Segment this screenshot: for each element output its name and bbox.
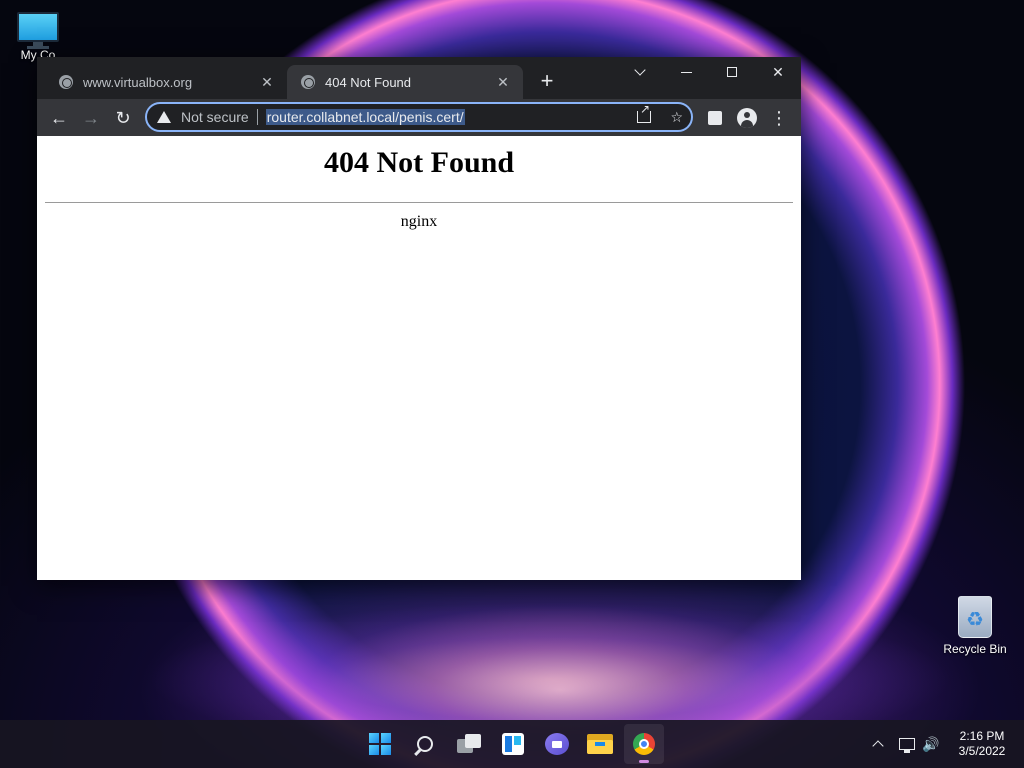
star-icon: ☆ bbox=[670, 108, 683, 125]
desktop-icon-label: Recycle Bin bbox=[943, 642, 1007, 656]
volume-button[interactable]: 🔊 bbox=[921, 720, 941, 768]
extensions-button[interactable] bbox=[701, 104, 729, 132]
share-icon bbox=[637, 102, 651, 123]
chrome-icon bbox=[633, 733, 655, 755]
recycle-bin-icon: ♻ bbox=[958, 596, 992, 638]
tab-strip: www.virtualbox.org ✕ 404 Not Found ✕ + ✕ bbox=[37, 57, 801, 99]
tab-404-not-found[interactable]: 404 Not Found ✕ bbox=[287, 65, 523, 99]
taskbar: 🔊 2:16 PM 3/5/2022 bbox=[0, 720, 1024, 768]
new-tab-button[interactable]: + bbox=[535, 70, 559, 94]
network-button[interactable] bbox=[897, 720, 917, 768]
puzzle-icon bbox=[708, 111, 722, 125]
maximize-button[interactable] bbox=[709, 57, 755, 87]
maximize-icon bbox=[727, 67, 737, 77]
chrome-taskbar-button[interactable] bbox=[624, 724, 664, 764]
start-button[interactable] bbox=[360, 724, 400, 764]
share-button[interactable] bbox=[637, 102, 651, 130]
url-text[interactable]: router.collabnet.local/penis.cert/ bbox=[265, 109, 465, 125]
network-icon bbox=[899, 738, 915, 753]
profile-button[interactable] bbox=[733, 104, 761, 132]
clock[interactable]: 2:16 PM 3/5/2022 bbox=[952, 729, 1012, 759]
monitor-icon bbox=[17, 12, 59, 49]
warning-icon[interactable] bbox=[157, 111, 171, 123]
minimize-icon bbox=[680, 71, 692, 73]
search-button[interactable] bbox=[405, 724, 445, 764]
more-vertical-icon: ⋮ bbox=[770, 108, 788, 128]
file-explorer-button[interactable] bbox=[580, 724, 620, 764]
folder-icon bbox=[587, 734, 613, 754]
forward-button[interactable]: → bbox=[77, 104, 105, 132]
address-bar[interactable]: Not secure router.collabnet.local/penis.… bbox=[145, 102, 693, 132]
server-name: nginx bbox=[400, 213, 438, 230]
globe-icon bbox=[301, 75, 315, 89]
widgets-icon bbox=[502, 733, 524, 755]
omnibox-separator bbox=[256, 109, 258, 125]
page-content: 404 Not Found nginx bbox=[37, 136, 801, 580]
tab-title: www.virtualbox.org bbox=[83, 74, 193, 90]
speaker-icon: 🔊 bbox=[922, 735, 940, 752]
search-icon bbox=[417, 736, 433, 752]
tab-virtualbox[interactable]: www.virtualbox.org ✕ bbox=[45, 65, 287, 99]
chat-button[interactable] bbox=[537, 724, 577, 764]
clock-time: 2:16 PM bbox=[959, 729, 1005, 743]
reload-icon: ↻ bbox=[115, 107, 131, 128]
browser-toolbar: ← → ↻ Not secure router.collabnet.local/… bbox=[37, 99, 801, 179]
chevron-up-icon bbox=[872, 740, 884, 752]
menu-button[interactable]: ⋮ bbox=[765, 104, 793, 132]
chat-icon bbox=[545, 733, 569, 755]
browser-window: www.virtualbox.org ✕ 404 Not Found ✕ + ✕… bbox=[37, 57, 801, 580]
task-view-button[interactable] bbox=[449, 724, 489, 764]
wallpaper-glow bbox=[150, 560, 950, 730]
close-tab-icon[interactable]: ✕ bbox=[259, 74, 275, 91]
tab-title: 404 Not Found bbox=[325, 74, 412, 90]
widgets-button[interactable] bbox=[493, 724, 533, 764]
page-title: 404 Not Found bbox=[323, 146, 515, 179]
tab-search-button[interactable] bbox=[617, 57, 663, 87]
security-label[interactable]: Not secure bbox=[181, 109, 249, 125]
back-button[interactable]: ← bbox=[45, 104, 73, 132]
desktop-icon-my-computer[interactable]: My Co bbox=[0, 8, 76, 62]
profile-icon bbox=[737, 108, 757, 128]
bookmark-button[interactable]: ☆ bbox=[670, 104, 683, 130]
minimize-button[interactable] bbox=[663, 57, 709, 87]
arrow-right-icon: → bbox=[82, 107, 100, 128]
reload-button[interactable]: ↻ bbox=[109, 104, 137, 132]
arrow-left-icon: ← bbox=[50, 107, 68, 128]
show-hidden-icons-button[interactable] bbox=[868, 720, 888, 768]
globe-icon bbox=[59, 75, 73, 89]
active-indicator bbox=[639, 760, 649, 763]
windows-logo-icon bbox=[369, 733, 391, 755]
chevron-down-icon bbox=[634, 64, 646, 76]
close-tab-icon[interactable]: ✕ bbox=[495, 74, 511, 91]
clock-date: 3/5/2022 bbox=[958, 744, 1006, 758]
close-window-button[interactable]: ✕ bbox=[755, 57, 801, 87]
task-view-icon bbox=[457, 734, 481, 754]
divider bbox=[45, 202, 793, 203]
desktop-icon-recycle-bin[interactable]: ♻ Recycle Bin bbox=[937, 596, 1013, 656]
